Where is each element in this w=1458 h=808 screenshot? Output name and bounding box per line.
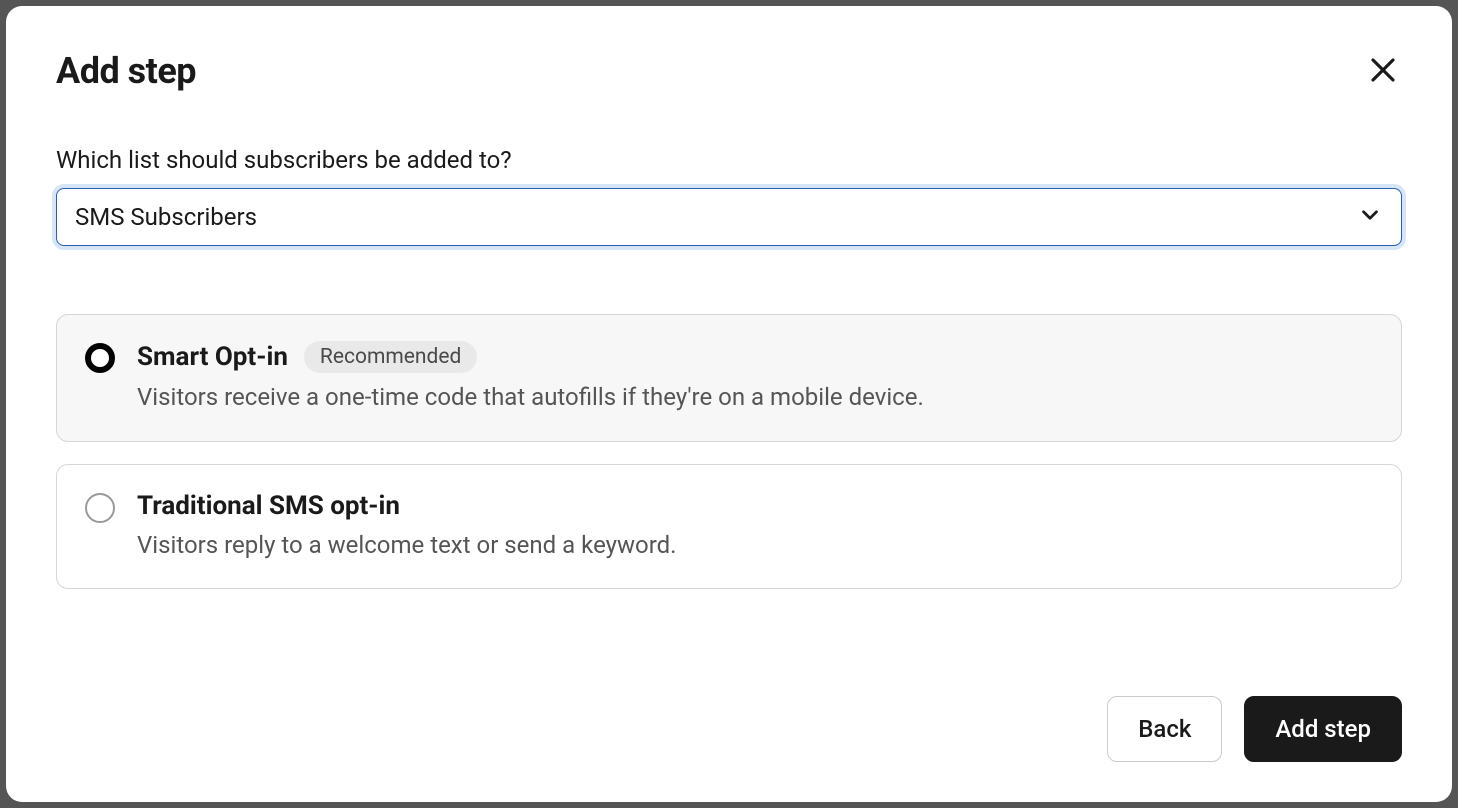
- radio-checked-icon: [85, 343, 115, 373]
- option-title: Traditional SMS opt-in: [137, 491, 400, 521]
- add-step-button[interactable]: Add step: [1244, 696, 1402, 762]
- radio-unchecked-icon: [85, 493, 115, 523]
- add-step-modal: Add step Which list should subscribers b…: [6, 6, 1452, 802]
- list-select-value: SMS Subscribers: [75, 203, 1357, 231]
- list-select[interactable]: SMS Subscribers: [56, 188, 1402, 246]
- modal-title: Add step: [56, 50, 196, 92]
- recommended-badge: Recommended: [304, 341, 477, 373]
- option-body: Smart Opt-in Recommended Visitors receiv…: [137, 341, 1373, 415]
- option-title-row: Smart Opt-in Recommended: [137, 341, 1373, 373]
- modal-header: Add step: [56, 50, 1402, 92]
- back-button[interactable]: Back: [1107, 696, 1222, 762]
- close-button[interactable]: [1364, 51, 1402, 92]
- option-description: Visitors receive a one-time code that au…: [137, 381, 1373, 415]
- option-traditional-sms[interactable]: Traditional SMS opt-in Visitors reply to…: [56, 464, 1402, 590]
- modal-footer: Back Add step: [56, 696, 1402, 762]
- option-smart-opt-in[interactable]: Smart Opt-in Recommended Visitors receiv…: [56, 314, 1402, 442]
- list-select-label: Which list should subscribers be added t…: [56, 146, 1402, 174]
- close-icon: [1368, 55, 1398, 88]
- chevron-down-icon: [1357, 202, 1383, 232]
- option-title: Smart Opt-in: [137, 342, 288, 372]
- option-description: Visitors reply to a welcome text or send…: [137, 529, 1373, 563]
- option-body: Traditional SMS opt-in Visitors reply to…: [137, 491, 1373, 563]
- option-title-row: Traditional SMS opt-in: [137, 491, 1373, 521]
